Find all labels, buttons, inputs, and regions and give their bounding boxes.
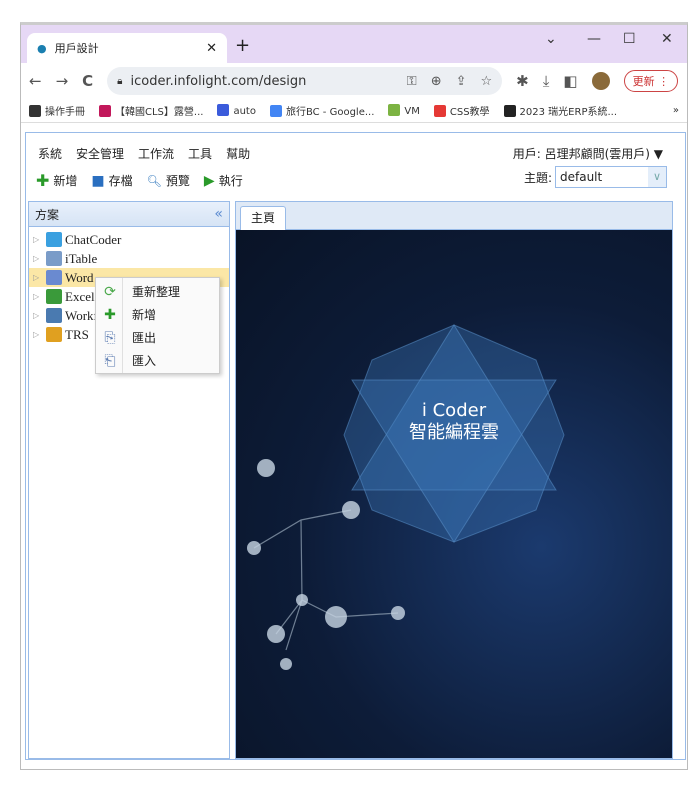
tab-home[interactable]: 主頁 xyxy=(240,206,287,230)
theme-select[interactable]: default ∨ xyxy=(555,166,667,188)
save-button[interactable]: ■ 存檔 xyxy=(91,172,132,189)
magnifier-icon: 🔍︎ xyxy=(146,173,162,188)
url-text[interactable]: icoder.infolight.com/design xyxy=(131,74,307,89)
bookmark-item[interactable]: CSS教學 xyxy=(433,103,490,118)
theme-selector: 主題: default ∨ xyxy=(524,166,667,188)
menu-item[interactable]: 幫助 xyxy=(226,145,250,162)
expand-icon[interactable]: ▷ xyxy=(33,235,43,244)
expand-icon[interactable]: ▷ xyxy=(33,273,43,282)
bookmark-icon xyxy=(29,105,41,117)
context-menu-item[interactable]: ⎘ 匯出 xyxy=(96,326,219,349)
minimize-button[interactable]: — xyxy=(587,31,601,47)
node-icon xyxy=(46,308,62,323)
back-icon[interactable]: ← xyxy=(29,72,42,90)
close-tab-icon[interactable]: ✕ xyxy=(206,41,217,56)
menu-item[interactable]: 工具 xyxy=(188,145,212,162)
browser-tab[interactable]: ● 用戶設計 ✕ xyxy=(27,33,227,63)
hero-title: i Coder xyxy=(421,400,487,421)
bookmark-icon xyxy=(99,105,111,117)
bookmark-item[interactable]: 【韓國CLS】露營... xyxy=(99,103,203,118)
bookmark-item[interactable]: 操作手冊 xyxy=(29,103,85,118)
add-icon: ✚ xyxy=(104,306,116,323)
context-menu-item[interactable]: ⎗ 匯入 xyxy=(96,349,219,372)
update-button[interactable]: 更新 ⋮ xyxy=(623,70,679,92)
menu-bar: 系統 安全管理 工作流 工具 幫助 xyxy=(38,145,250,162)
more-bookmarks-button[interactable]: » xyxy=(673,105,679,116)
play-icon: ▶ xyxy=(203,172,215,189)
site-favicon-icon: ● xyxy=(37,41,47,55)
zoom-icon[interactable]: ⊕ xyxy=(431,74,442,89)
tree-node[interactable]: ▷ ChatCoder xyxy=(29,230,229,249)
expand-icon[interactable]: ▷ xyxy=(33,311,43,320)
node-icon xyxy=(46,251,62,266)
main-area: 主頁 i Coder 智能編程雲 xyxy=(235,201,673,759)
hero-subtitle: 智能編程雲 xyxy=(409,422,499,443)
theme-label: 主題: xyxy=(523,170,552,185)
context-menu: ⟳ 重新整理 ✚ 新增 ⎘ 匯出 ⎗ 匯入 xyxy=(95,277,220,374)
tab-search-icon[interactable]: ⌄ xyxy=(545,31,557,47)
tab-title: 用戶設計 xyxy=(54,42,99,55)
maximize-button[interactable]: ☐ xyxy=(623,31,636,47)
context-menu-item[interactable]: ✚ 新增 xyxy=(96,303,219,326)
plus-icon: ✚ xyxy=(36,171,50,190)
side-panel-icon[interactable]: ◧ xyxy=(563,72,577,90)
hero-banner: i Coder 智能編程雲 xyxy=(236,230,672,758)
toolbar: ✚ 新增 ■ 存檔 🔍︎ 預覽 ▶ 執行 xyxy=(36,171,243,190)
lock-icon: 🔒︎ xyxy=(117,75,123,87)
menu-item[interactable]: 安全管理 xyxy=(76,145,124,162)
node-icon xyxy=(46,327,62,342)
expand-icon[interactable]: ▷ xyxy=(33,330,43,339)
reload-icon[interactable]: C xyxy=(82,72,93,90)
star-icon[interactable]: ☆ xyxy=(481,74,493,89)
menu-item[interactable]: 系統 xyxy=(38,145,62,162)
bookmark-icon xyxy=(269,105,282,117)
menu-item[interactable]: 工作流 xyxy=(138,145,174,162)
extensions-icon[interactable]: ✱ xyxy=(516,72,529,90)
tab-bar: ● 用戶設計 ✕ + ⌄ — ☐ ✕ xyxy=(21,25,687,63)
close-window-button[interactable]: ✕ xyxy=(661,31,673,47)
app-frame: 系統 安全管理 工作流 工具 幫助 用戶: 呂理邦顧問(雲用戶) ▼ ✚ 新增 ■ 存檔 🔍… xyxy=(25,132,686,760)
network-graphic xyxy=(247,324,565,670)
key-icon[interactable]: ⚿ xyxy=(407,74,417,89)
chevron-down-icon[interactable]: ∨ xyxy=(648,167,666,187)
node-icon xyxy=(46,289,62,304)
new-tab-button[interactable]: + xyxy=(235,35,250,56)
bookmark-icon xyxy=(217,104,230,116)
forward-icon[interactable]: → xyxy=(56,72,69,90)
profile-avatar[interactable] xyxy=(591,72,610,90)
bookmark-item[interactable]: auto xyxy=(217,104,256,117)
bookmark-icon xyxy=(433,105,446,117)
floppy-icon: ■ xyxy=(91,172,105,189)
expand-icon[interactable]: ▷ xyxy=(33,254,43,263)
bookmark-item[interactable]: 旅行BC - Google... xyxy=(269,103,374,118)
preview-button[interactable]: 🔍︎ 預覽 xyxy=(147,172,190,189)
download-icon[interactable]: ⤓ xyxy=(543,72,550,90)
bookmark-item[interactable]: 2023 瑞光ERP系統... xyxy=(503,103,617,118)
run-button[interactable]: ▶ 執行 xyxy=(204,172,243,189)
bookmark-item[interactable]: VM xyxy=(388,104,420,117)
address-bar[interactable]: 🔒︎ icoder.infolight.com/design ⚿ ⊕ ⇪ ☆ xyxy=(107,67,503,95)
bookmark-icon xyxy=(388,104,401,116)
expand-icon[interactable]: ▷ xyxy=(33,292,43,301)
user-menu[interactable]: 用戶: 呂理邦顧問(雲用戶) ▼ xyxy=(513,145,663,162)
new-button[interactable]: ✚ 新增 xyxy=(36,171,77,190)
export-icon: ⎘ xyxy=(104,329,116,346)
import-icon: ⎗ xyxy=(104,352,116,369)
address-row: ← → C 🔒︎ icoder.infolight.com/design ⚿ ⊕ ⇪… xyxy=(21,63,687,99)
bookmark-icon xyxy=(503,105,516,117)
node-icon xyxy=(46,270,62,285)
collapse-icon[interactable]: « xyxy=(214,206,223,222)
tree-node[interactable]: ▷ iTable xyxy=(29,249,229,268)
panel-title: 方案 xyxy=(35,207,60,222)
share-icon[interactable]: ⇪ xyxy=(456,74,467,89)
context-menu-item[interactable]: ⟳ 重新整理 xyxy=(96,280,219,303)
bookmarks-bar: 操作手冊 【韓國CLS】露營... auto 旅行BC - Google... VM CS… xyxy=(21,99,687,123)
node-icon xyxy=(46,232,62,247)
refresh-icon: ⟳ xyxy=(104,283,116,300)
